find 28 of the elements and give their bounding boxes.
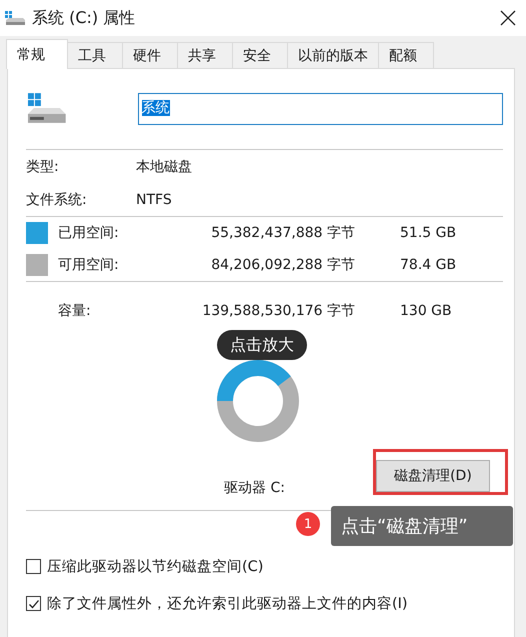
byte-count: 55,382,437,888 字节 bbox=[210, 224, 355, 242]
drive-icon bbox=[4, 10, 26, 26]
size-value: 130 GB bbox=[400, 303, 452, 319]
space-label: 已用空间: bbox=[58, 224, 120, 242]
checkbox[interactable] bbox=[26, 596, 41, 611]
name-field[interactable]: 系统 bbox=[138, 93, 503, 125]
drive-icon bbox=[26, 92, 68, 126]
space-label: 可用空间: bbox=[58, 256, 120, 274]
checkbox[interactable] bbox=[26, 559, 41, 574]
byte-count: 139,588,530,176 字节 bbox=[201, 302, 355, 320]
byte-count: 84,206,092,288 字节 bbox=[210, 256, 355, 274]
size-value: 78.4 GB bbox=[400, 257, 456, 273]
property-label: 文件系统: bbox=[26, 190, 88, 208]
checkbox-label[interactable]: 除了文件属性外，还允许索引此驱动器上文件的内容(I) bbox=[47, 594, 408, 613]
window-title: 系统 (C:) 属性 bbox=[32, 8, 136, 28]
tab[interactable]: 常规 bbox=[6, 39, 68, 69]
checkbox-label[interactable]: 压缩此驱动器以节约磁盘空间(C) bbox=[47, 557, 264, 576]
disk-cleanup-button[interactable]: 磁盘清理(D) bbox=[376, 460, 490, 492]
property-value: NTFS bbox=[136, 192, 172, 208]
size-value: 51.5 GB bbox=[400, 225, 456, 241]
step-callout: 点击“磁盘清理” bbox=[331, 506, 513, 546]
property-label: 类型: bbox=[26, 158, 60, 176]
zoom-hint-tooltip: 点击放大 bbox=[217, 330, 307, 360]
drive-label: 驱动器 C: bbox=[224, 479, 285, 497]
property-value: 本地磁盘 bbox=[136, 158, 192, 176]
close-icon[interactable] bbox=[500, 10, 516, 26]
tab[interactable]: 配额 bbox=[378, 42, 434, 68]
capacity-label: 容量: bbox=[58, 302, 92, 320]
